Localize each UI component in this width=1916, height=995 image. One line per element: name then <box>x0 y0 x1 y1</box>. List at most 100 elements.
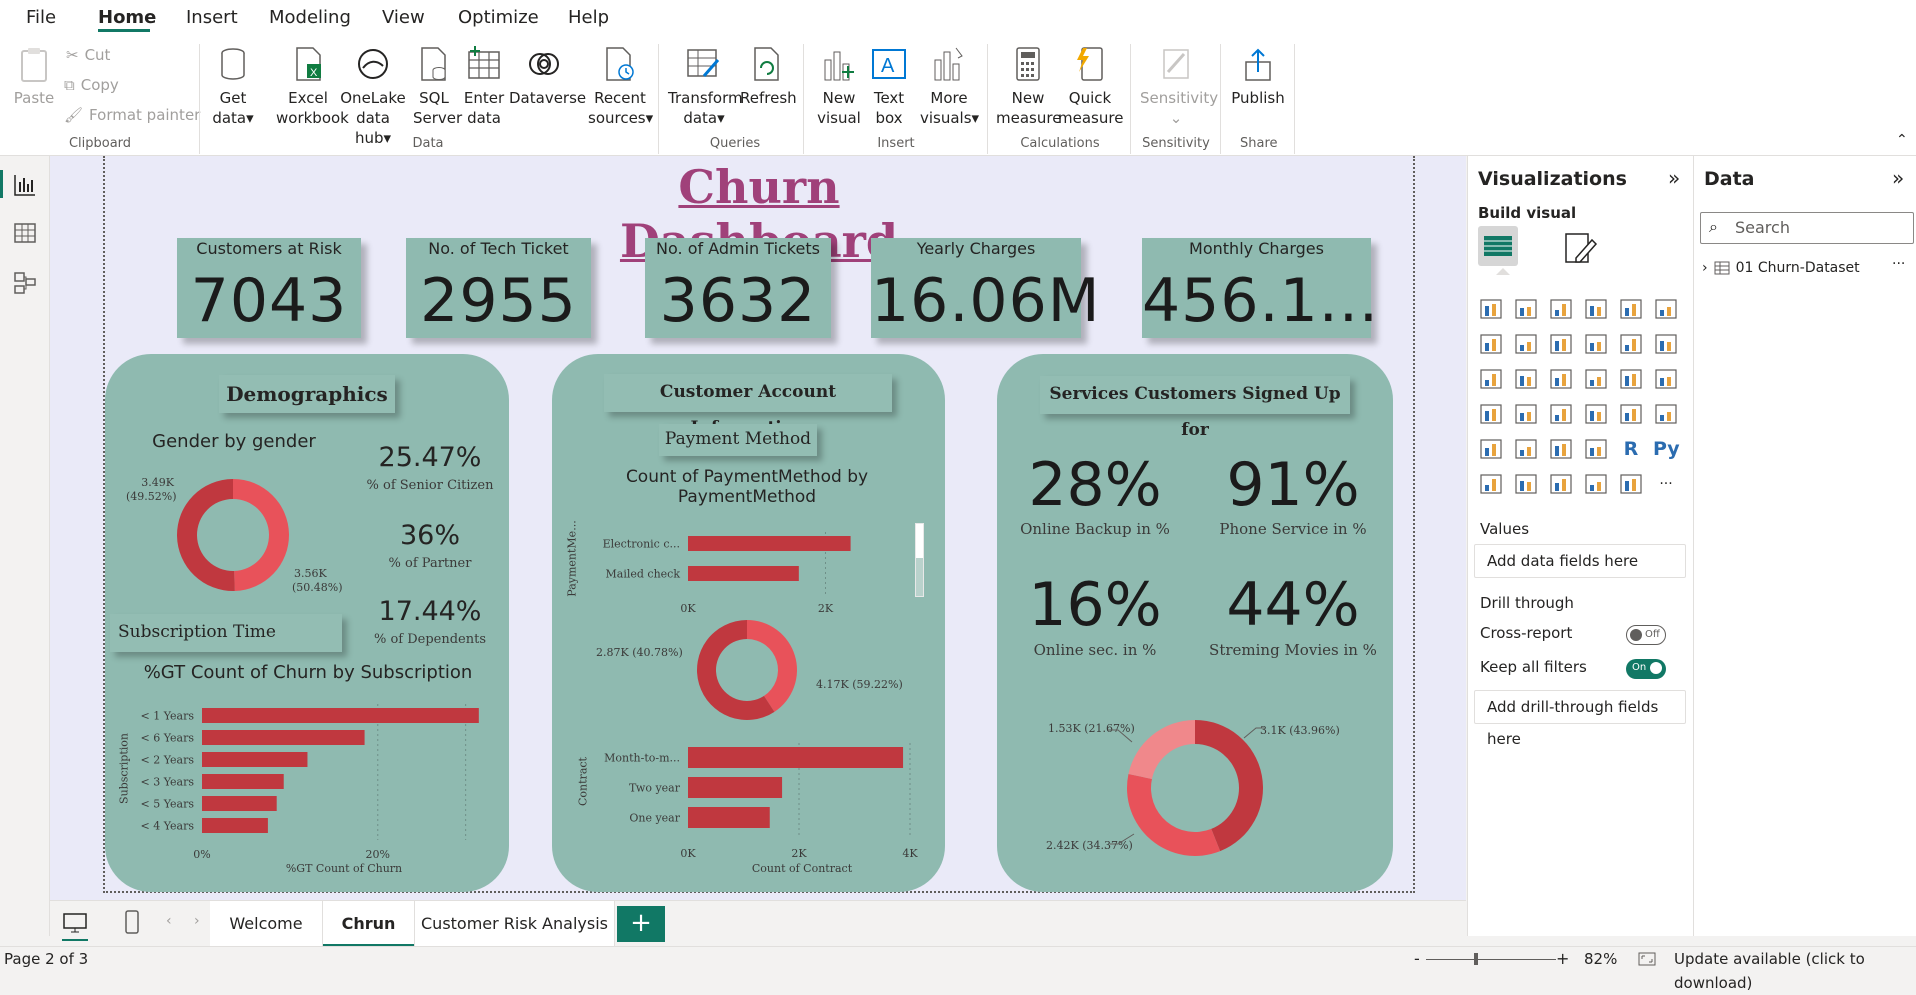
table-icon[interactable] <box>1548 436 1574 462</box>
excel-workbook-button[interactable]: X Excel workbook <box>276 44 349 128</box>
tab-chrun[interactable]: Chrun <box>323 901 415 947</box>
kpi-tech-tickets[interactable]: No. of Tech Ticket 2955 <box>406 238 591 338</box>
qa-icon[interactable] <box>1548 471 1574 497</box>
text-box-button[interactable]: A Text box <box>868 44 910 128</box>
menu-insert[interactable]: Insert <box>186 0 238 36</box>
copy-button[interactable]: ⧉ Copy <box>64 76 119 94</box>
bar[interactable] <box>688 566 799 581</box>
menu-help[interactable]: Help <box>568 0 609 36</box>
donut-slice[interactable] <box>747 620 797 712</box>
tab-customer-risk-analysis[interactable]: Customer Risk Analysis <box>415 901 615 947</box>
scrollbar-thumb[interactable] <box>916 524 923 558</box>
kpi-monthly-charges[interactable]: Monthly Charges 456.1... <box>1142 238 1378 338</box>
donut-slice[interactable] <box>176 479 235 591</box>
menu-file[interactable]: File <box>24 0 58 36</box>
account-donut-chart[interactable] <box>696 619 798 721</box>
keep-filters-toggle[interactable]: On <box>1626 659 1666 679</box>
desktop-layout-icon[interactable] <box>62 911 88 935</box>
filled-map-icon[interactable] <box>1513 401 1539 427</box>
decomposition-tree-icon[interactable] <box>1513 471 1539 497</box>
stacked-area-icon[interactable] <box>1548 331 1574 357</box>
clustered-bar-icon[interactable] <box>1548 296 1574 322</box>
line-column-icon[interactable] <box>1583 331 1609 357</box>
sql-server-button[interactable]: SQL Server <box>413 44 462 128</box>
collapse-pane-icon[interactable]: » <box>1892 166 1904 190</box>
new-measure-button[interactable]: New measure <box>996 44 1061 128</box>
sensitivity-button[interactable]: Sensitivity ⌄ <box>1140 44 1218 128</box>
publish-button[interactable]: Publish <box>1230 44 1286 108</box>
bar[interactable] <box>202 774 284 789</box>
mobile-layout-icon[interactable] <box>122 909 142 935</box>
contract-bar-chart[interactable]: Month-to-m... Two year One year 0K 2K 4K <box>596 736 936 864</box>
r-visual-icon[interactable]: R <box>1618 436 1644 462</box>
kpi-customers-at-risk[interactable]: Customers at Risk 7043 <box>177 238 361 338</box>
card-icon[interactable] <box>1618 401 1644 427</box>
new-visual-button[interactable]: New visual <box>815 44 863 128</box>
format-visual-icon[interactable] <box>1562 230 1598 266</box>
key-influencers-icon[interactable] <box>1478 471 1504 497</box>
payment-method-bar-chart[interactable]: Electronic c... Mailed check 0K 2K <box>596 528 926 612</box>
update-notice[interactable]: Update available (click to download) <box>1674 947 1916 995</box>
recent-sources-button[interactable]: Recent sources▾ <box>588 44 653 128</box>
next-page-icon[interactable]: › <box>194 913 200 929</box>
kpi-yearly-charges[interactable]: Yearly Charges 16.06M <box>871 238 1100 338</box>
model-view-icon[interactable] <box>12 270 38 296</box>
more-visuals-icon[interactable]: ··· <box>1653 471 1679 497</box>
bar[interactable] <box>202 730 365 745</box>
gender-donut-chart[interactable] <box>168 470 298 600</box>
get-data-button[interactable]: Get data▾ <box>209 44 257 128</box>
menu-optimize[interactable]: Optimize <box>458 0 539 36</box>
donut-chart-icon[interactable] <box>1618 366 1644 392</box>
slicer-icon[interactable] <box>1513 436 1539 462</box>
zoom-in-icon[interactable]: + <box>1556 947 1569 971</box>
collapse-pane-icon[interactable]: » <box>1668 166 1680 190</box>
zoom-out-icon[interactable]: - <box>1414 947 1420 971</box>
more-options-icon[interactable]: ··· <box>1892 256 1905 272</box>
tab-welcome[interactable]: Welcome <box>210 901 323 947</box>
collapse-ribbon-icon[interactable]: ⌃ <box>1896 132 1908 148</box>
gauge-icon[interactable] <box>1583 401 1609 427</box>
menu-view[interactable]: View <box>382 0 425 36</box>
narrative-icon[interactable] <box>1583 471 1609 497</box>
build-visual-tab[interactable] <box>1478 226 1518 266</box>
cut-button[interactable]: ✂ Cut <box>66 46 110 64</box>
paginated-report-icon[interactable] <box>1618 471 1644 497</box>
transform-data-button[interactable]: Transform data▾ <box>668 44 743 128</box>
bar[interactable] <box>688 747 904 768</box>
menu-modeling[interactable]: Modeling <box>269 0 351 36</box>
pie-chart-icon[interactable] <box>1583 366 1609 392</box>
table-tree-item[interactable]: › 01 Churn-Dataset <box>1702 260 1860 276</box>
line-chart-icon[interactable] <box>1478 331 1504 357</box>
values-well[interactable]: Add data fields here <box>1474 544 1686 578</box>
matrix-icon[interactable] <box>1583 436 1609 462</box>
zoom-slider-thumb[interactable] <box>1474 953 1478 965</box>
stacked-bar-icon[interactable] <box>1478 296 1504 322</box>
add-page-button[interactable]: + <box>617 906 665 942</box>
subscription-bar-chart[interactable]: < 1 Years < 6 Years < 2 Years < 3 Years < 5 … <box>112 700 500 880</box>
zoom-slider[interactable] <box>1426 959 1556 960</box>
table-view-icon[interactable] <box>12 220 38 246</box>
ribbon-chart-icon[interactable] <box>1653 331 1679 357</box>
dataverse-button[interactable]: Dataverse <box>509 44 586 108</box>
format-painter-button[interactable]: 🖌 Format painter <box>64 106 200 124</box>
treemap-icon[interactable] <box>1653 366 1679 392</box>
bar[interactable] <box>688 536 851 551</box>
bar[interactable] <box>202 796 277 811</box>
line-clustered-icon[interactable] <box>1618 331 1644 357</box>
onelake-data-hub-button[interactable]: OneLake data hub▾ <box>338 44 408 148</box>
paste-button[interactable]: Paste <box>12 44 56 108</box>
waterfall-icon[interactable] <box>1478 366 1504 392</box>
100-column-icon[interactable] <box>1653 296 1679 322</box>
bar[interactable] <box>688 777 783 798</box>
drill-through-well[interactable]: Add drill-through fields here <box>1474 690 1686 748</box>
multirow-card-icon[interactable] <box>1653 401 1679 427</box>
stacked-column-icon[interactable] <box>1513 296 1539 322</box>
100-bar-icon[interactable] <box>1618 296 1644 322</box>
python-visual-icon[interactable]: Py <box>1653 436 1680 462</box>
bar[interactable] <box>202 708 479 723</box>
area-chart-icon[interactable] <box>1513 331 1539 357</box>
kpi-icon[interactable] <box>1478 436 1504 462</box>
menu-home[interactable]: Home <box>98 0 156 36</box>
bar[interactable] <box>202 752 308 767</box>
azure-map-icon[interactable] <box>1548 401 1574 427</box>
